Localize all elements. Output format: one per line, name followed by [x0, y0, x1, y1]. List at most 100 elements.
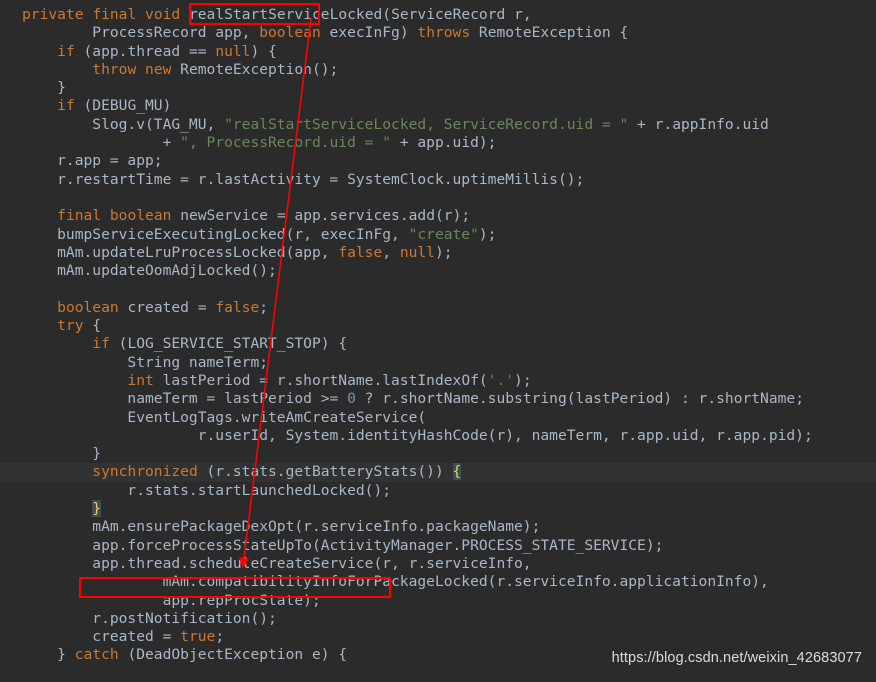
code-line[interactable]: app.thread.scheduleCreateService(r, r.se… — [0, 555, 876, 573]
code-line[interactable]: if (LOG_SERVICE_START_STOP) { — [0, 335, 876, 353]
code-token: boolean — [57, 298, 119, 316]
code-line[interactable]: r.app = app; — [0, 152, 876, 170]
code-line[interactable]: String nameTerm; — [0, 354, 876, 372]
code-token: ); — [478, 225, 497, 243]
code-token: } — [22, 445, 102, 463]
code-token: (DEBUG_MU) — [74, 97, 172, 115]
code-token: + r.appInfo.uid — [628, 115, 769, 133]
code-token: ; — [215, 628, 225, 646]
code-token: ); — [434, 243, 453, 261]
code-line[interactable] — [0, 189, 876, 207]
code-token: mAm.updateLruProcessLocked(app, — [22, 243, 339, 261]
code-line[interactable]: r.stats.startLaunchedLocked(); — [0, 482, 876, 500]
code-line[interactable]: EventLogTags.writeAmCreateService( — [0, 409, 876, 427]
code-line[interactable]: bumpServiceExecutingLocked(r, execInFg, … — [0, 226, 876, 244]
code-line[interactable]: try { — [0, 317, 876, 335]
code-token: ? r.shortName.substring(lastPeriod) : r.… — [355, 390, 804, 408]
code-token: '.' — [487, 371, 515, 389]
code-line[interactable]: r.postNotification(); — [0, 610, 876, 628]
code-token: created = — [118, 298, 216, 316]
code-line[interactable]: mAm.compatibilityInfoForPackageLocked(r.… — [0, 573, 876, 591]
code-line[interactable]: created = true; — [0, 628, 876, 646]
code-token: execInFg) — [320, 24, 418, 42]
code-line[interactable]: boolean created = false; — [0, 299, 876, 317]
code-token: null — [215, 42, 251, 60]
code-line[interactable] — [0, 280, 876, 298]
code-token: ) { — [250, 42, 277, 60]
code-token: try — [57, 317, 84, 335]
code-line[interactable]: app.repProcState); — [0, 592, 876, 610]
code-line[interactable]: final boolean newService = app.services.… — [0, 207, 876, 225]
code-token: , — [382, 243, 400, 261]
code-token: mAm.ensurePackageDexOpt(r.serviceInfo.pa… — [22, 518, 541, 536]
code-token: if — [57, 97, 75, 115]
code-line[interactable]: mAm.updateOomAdjLocked(); — [0, 262, 876, 280]
code-token: catch — [74, 646, 119, 664]
code-line[interactable]: mAm.ensurePackageDexOpt(r.serviceInfo.pa… — [0, 518, 876, 536]
code-line[interactable]: if (DEBUG_MU) — [0, 97, 876, 115]
watermark-url: https://blog.csdn.net/weixin_42683077 — [611, 650, 862, 666]
code-line[interactable]: nameTerm = lastPeriod >= 0 ? r.shortName… — [0, 390, 876, 408]
code-token: } — [92, 500, 102, 518]
code-token: "create" — [408, 225, 479, 243]
code-token: r.app = app; — [22, 152, 163, 170]
code-line[interactable]: ProcessRecord app, boolean execInFg) thr… — [0, 24, 876, 42]
code-token: app.forceProcessStateUpTo(ActivityManage… — [22, 536, 664, 554]
code-line[interactable]: if (app.thread == null) { — [0, 43, 876, 61]
code-token: bumpServiceExecutingLocked(r, execInFg, — [22, 225, 409, 243]
code-line[interactable]: + ", ProcessRecord.uid = " + app.uid); — [0, 134, 876, 152]
code-editor-text-area[interactable]: private final void realStartServiceLocke… — [0, 0, 876, 682]
code-token: ; — [259, 298, 269, 316]
code-token: (DeadObjectException e) { — [118, 646, 348, 664]
code-token: r.postNotification(); — [22, 609, 277, 627]
code-line[interactable]: } — [0, 500, 876, 518]
code-token: ); — [514, 371, 532, 389]
code-line[interactable]: } — [0, 445, 876, 463]
code-token: final — [57, 207, 102, 225]
code-line[interactable]: throw new RemoteException(); — [0, 61, 876, 79]
code-token: 0 — [347, 390, 356, 408]
code-token: mAm.compatibilityInfoForPackageLocked(r.… — [22, 573, 769, 591]
code-line[interactable]: app.forceProcessStateUpTo(ActivityManage… — [0, 537, 876, 555]
code-token: } — [22, 79, 66, 97]
code-token: int — [127, 371, 154, 389]
code-line[interactable]: r.restartTime = r.lastActivity = SystemC… — [0, 171, 876, 189]
code-token: { — [83, 317, 102, 335]
code-token: Slog.v(TAG_MU, — [22, 115, 225, 133]
code-token: + — [22, 134, 181, 152]
code-token: r.userId, System.identityHashCode(r), na… — [22, 426, 813, 444]
code-token: RemoteException { — [470, 24, 629, 42]
code-line[interactable]: mAm.updateLruProcessLocked(app, false, n… — [0, 244, 876, 262]
code-token: r.restartTime = r.lastActivity = SystemC… — [22, 170, 585, 188]
code-token: realStartServiceLocked(ServiceRecord r, — [180, 6, 532, 23]
code-token: app.thread.scheduleCreateService(r, r.se… — [22, 554, 532, 572]
code-line[interactable]: Slog.v(TAG_MU, "realStartServiceLocked, … — [0, 116, 876, 134]
code-line[interactable]: synchronized (r.stats.getBatteryStats())… — [0, 463, 876, 482]
code-token: lastPeriod = r.shortName.lastIndexOf( — [153, 371, 488, 389]
code-line[interactable]: r.userId, System.identityHashCode(r), na… — [0, 427, 876, 445]
code-token: throws — [417, 24, 471, 42]
code-token: (r.stats.getBatteryStats()) — [197, 463, 453, 481]
code-line[interactable]: private final void realStartServiceLocke… — [0, 6, 876, 24]
code-token: private — [22, 6, 84, 23]
code-token: { — [452, 463, 462, 481]
code-token: mAm.updateOomAdjLocked(); — [22, 262, 277, 280]
code-line[interactable]: int lastPeriod = r.shortName.lastIndexOf… — [0, 372, 876, 390]
code-token: EventLogTags.writeAmCreateService( — [22, 408, 427, 426]
code-line[interactable]: } — [0, 79, 876, 97]
code-token: String nameTerm; — [22, 353, 269, 371]
code-token: newService = app.services.add(r); — [171, 207, 471, 225]
code-token: RemoteException(); — [171, 60, 339, 78]
code-token: (LOG_SERVICE_START_STOP) { — [109, 335, 348, 353]
code-token: null — [399, 243, 435, 261]
